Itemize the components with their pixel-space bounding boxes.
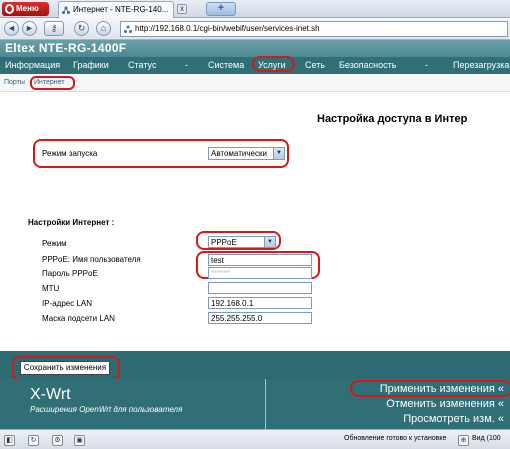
- key-icon[interactable]: ⚷: [44, 21, 64, 36]
- site-icon: [124, 25, 132, 33]
- pppoe-pass-input[interactable]: ******: [208, 267, 312, 279]
- pppoe-user-input[interactable]: test: [208, 254, 312, 266]
- save-changes-button[interactable]: Сохранить изменения: [20, 361, 110, 375]
- network-icon: [62, 6, 70, 14]
- footer-divider: [265, 379, 266, 429]
- subnav-ports[interactable]: Порты: [4, 79, 25, 86]
- nav-security[interactable]: Безопасность: [339, 60, 396, 70]
- new-tab-button[interactable]: +: [206, 2, 236, 16]
- sync-icon[interactable]: ↻: [28, 435, 39, 446]
- internet-settings-title: Настройки Интернет :: [28, 218, 115, 227]
- lan-mask-label: Маска подсети LAN: [42, 314, 115, 323]
- back-icon[interactable]: ◄: [4, 21, 19, 36]
- page-heading: Настройка доступа в Интер: [317, 113, 468, 125]
- status-text: Обновление готово к установке: [344, 435, 447, 442]
- forward-icon[interactable]: ►: [22, 21, 37, 36]
- settings-icon[interactable]: ⚙: [52, 435, 63, 446]
- cancel-changes-link[interactable]: Отменить изменения «: [386, 398, 504, 410]
- images-icon[interactable]: ▣: [74, 435, 85, 446]
- nav-info[interactable]: Информация: [5, 60, 60, 70]
- apply-highlight: [350, 380, 510, 397]
- opera-menu-button[interactable]: Меню: [2, 2, 49, 16]
- nav-status[interactable]: Статус: [128, 60, 156, 70]
- launch-mode-value: Автоматически: [211, 149, 267, 158]
- internet-highlight: [30, 76, 75, 90]
- services-highlight: [252, 56, 295, 72]
- nav-separator-2: -: [425, 60, 428, 70]
- nav-reboot[interactable]: Перезагрузка: [453, 60, 509, 70]
- pppoe-user-label: PPPoE: Имя пользователя: [42, 255, 141, 264]
- zoom-icon[interactable]: ⊕: [458, 435, 469, 446]
- browser-tab[interactable]: Интернет - NTE-RG-140...: [58, 1, 174, 18]
- xwrt-tagline: Расширения OpenWrt для пользователя: [30, 405, 183, 414]
- reload-icon[interactable]: ↻: [74, 21, 89, 36]
- tab-close-icon[interactable]: x: [177, 4, 187, 14]
- address-bar[interactable]: http://192.168.0.1/cgi-bin/webif/user/se…: [120, 21, 508, 37]
- zoom-level[interactable]: Вид (100: [472, 435, 501, 442]
- launch-mode-select[interactable]: Автоматически ▼: [208, 147, 285, 160]
- chevron-down-icon: ▼: [264, 237, 275, 247]
- nav-system[interactable]: Система: [208, 60, 244, 70]
- review-changes-link[interactable]: Просмотреть изм. «: [403, 413, 504, 425]
- status-bar: ◧ ↻ ⚙ ▣ Обновление готово к установке ⊕ …: [0, 429, 510, 449]
- panel-toggle-icon[interactable]: ◧: [4, 435, 15, 446]
- address-text: http://192.168.0.1/cgi-bin/webif/user/se…: [135, 24, 320, 33]
- device-header: Eltex NTE-RG-1400F: [0, 40, 510, 57]
- mode-select[interactable]: PPPoE ▼: [208, 236, 276, 248]
- nav-graphs[interactable]: Графики: [73, 60, 109, 70]
- mode-value: PPPoE: [211, 238, 237, 247]
- mtu-label: MTU: [42, 284, 60, 293]
- mtu-input[interactable]: [208, 282, 312, 294]
- xwrt-brand: X-Wrt: [30, 386, 71, 403]
- nav-network[interactable]: Сеть: [305, 60, 325, 70]
- device-title: Eltex NTE-RG-1400F: [5, 41, 127, 55]
- menu-label: Меню: [16, 4, 39, 13]
- opera-logo-icon: [5, 4, 14, 14]
- mode-label: Режим: [42, 239, 67, 248]
- sub-navigation: Порты Интернет: [0, 74, 510, 92]
- lan-mask-input[interactable]: 255.255.255.0: [208, 312, 312, 324]
- nav-separator: -: [185, 60, 188, 70]
- pppoe-pass-label: Пароль PPPoE: [42, 269, 98, 278]
- chevron-down-icon: ▼: [273, 148, 284, 159]
- home-icon[interactable]: ⌂: [96, 21, 111, 36]
- tab-title: Интернет - NTE-RG-140...: [73, 5, 169, 14]
- lan-ip-label: IP-адрес LAN: [42, 299, 93, 308]
- lan-ip-input[interactable]: 192.168.0.1: [208, 297, 312, 309]
- launch-mode-label: Режим запуска: [42, 149, 98, 158]
